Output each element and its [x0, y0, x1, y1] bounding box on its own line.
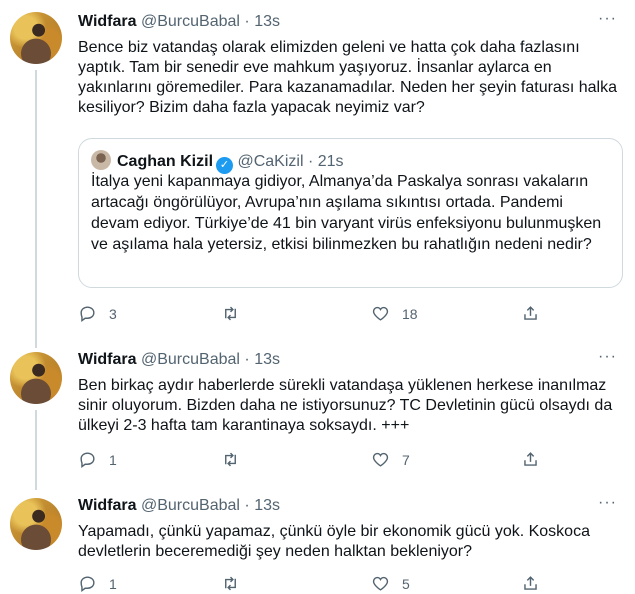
like-button[interactable]: 5 — [371, 574, 410, 593]
action-bar: 1 5 — [78, 574, 538, 594]
separator-dot: · — [307, 153, 314, 170]
heart-icon — [372, 452, 389, 467]
avatar[interactable] — [10, 498, 62, 550]
timestamp[interactable]: 13s — [254, 497, 280, 514]
tweet[interactable]: Widfara @BurcuBabal · 13s ··· Ben birkaç… — [0, 340, 635, 490]
avatar[interactable] — [10, 12, 62, 64]
share-button[interactable] — [521, 304, 540, 323]
heart-icon — [372, 576, 389, 591]
tweet-text: Bence biz vatandaş olarak elimizden gele… — [78, 39, 617, 116]
tweet[interactable]: Widfara @BurcuBabal · 13s ··· Bence biz … — [0, 0, 635, 340]
heart-icon — [372, 306, 389, 321]
retweet-icon — [225, 452, 236, 467]
avatar — [91, 150, 111, 170]
share-icon — [524, 576, 537, 590]
username[interactable]: @BurcuBabal — [141, 497, 240, 514]
like-count: 5 — [402, 575, 410, 592]
reply-icon — [80, 452, 95, 469]
timestamp: 21s — [317, 153, 344, 170]
quoted-tweet[interactable]: Caghan Kizil ✓ @CaKizil · 21s İtalya yeni… — [78, 138, 623, 288]
more-options-icon[interactable]: ··· — [598, 494, 617, 512]
display-name[interactable]: Widfara — [78, 351, 137, 368]
timestamp[interactable]: 13s — [254, 351, 280, 368]
reply-icon — [80, 306, 95, 323]
action-bar: 1 7 — [78, 450, 538, 470]
like-button[interactable]: 18 — [371, 304, 418, 323]
retweet-button[interactable] — [221, 574, 252, 593]
username[interactable]: @BurcuBabal — [141, 13, 240, 30]
timestamp[interactable]: 13s — [254, 13, 280, 30]
separator-dot: · — [244, 351, 250, 368]
tweet-text: Yapamadı, çünkü yapamaz, çünkü öyle bir … — [78, 523, 590, 560]
display-name: Caghan Kizil — [117, 153, 214, 170]
reply-count: 1 — [109, 575, 117, 592]
more-options-icon[interactable]: ··· — [598, 348, 617, 366]
more-options-icon[interactable]: ··· — [598, 10, 617, 28]
like-count: 18 — [402, 305, 418, 322]
retweet-button[interactable] — [221, 450, 252, 469]
tweet-header: Widfara @BurcuBabal · 13s — [78, 496, 280, 516]
separator-dot: · — [244, 13, 250, 30]
separator-dot: · — [244, 497, 250, 514]
like-count: 7 — [402, 451, 410, 468]
like-button[interactable]: 7 — [371, 450, 410, 469]
tweet[interactable]: Widfara @BurcuBabal · 13s ··· Yapamadı, … — [0, 490, 635, 593]
retweet-icon — [225, 306, 236, 321]
username[interactable]: @BurcuBabal — [141, 351, 240, 368]
reply-count: 1 — [109, 451, 117, 468]
tweet-header: Widfara @BurcuBabal · 13s — [78, 12, 280, 32]
avatar[interactable] — [10, 352, 62, 404]
reply-icon — [80, 576, 95, 593]
share-icon — [524, 306, 537, 320]
reply-button[interactable]: 1 — [78, 574, 117, 593]
action-bar: 3 18 — [78, 304, 538, 324]
share-icon — [524, 452, 537, 466]
reply-button[interactable]: 1 — [78, 450, 117, 469]
reply-button[interactable]: 3 — [78, 304, 117, 323]
share-button[interactable] — [521, 450, 540, 469]
retweet-button[interactable] — [221, 304, 252, 323]
share-button[interactable] — [521, 574, 540, 593]
display-name[interactable]: Widfara — [78, 13, 137, 30]
username: @CaKizil — [237, 153, 304, 170]
reply-count: 3 — [109, 305, 117, 322]
display-name[interactable]: Widfara — [78, 497, 137, 514]
tweet-header: Widfara @BurcuBabal · 13s — [78, 350, 280, 370]
quoted-tweet-text: İtalya yeni kapanmaya gidiyor, Almanya’d… — [91, 173, 602, 253]
tweet-text: Ben birkaç aydır haberlerde sürekli vata… — [78, 377, 613, 434]
retweet-icon — [225, 576, 236, 591]
